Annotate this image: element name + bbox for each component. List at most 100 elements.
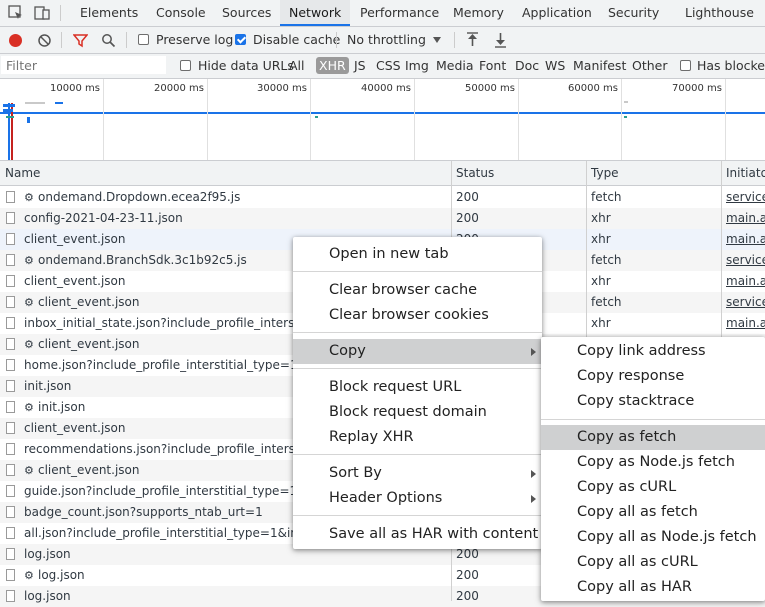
has-blocked-checkbox[interactable] bbox=[680, 60, 691, 71]
menu-item-copy-all-as-nodejs-fetch[interactable]: Copy all as Node.js fetch bbox=[541, 525, 765, 550]
menu-item-block-request-domain[interactable]: Block request domain bbox=[293, 400, 542, 425]
filter-type-media[interactable]: Media bbox=[436, 58, 474, 73]
hide-data-urls-label[interactable]: Hide data URLs bbox=[198, 58, 294, 73]
request-type: xhr bbox=[591, 232, 611, 246]
clear-icon[interactable] bbox=[37, 33, 52, 48]
record-icon[interactable] bbox=[9, 34, 22, 47]
file-icon bbox=[6, 548, 15, 560]
filter-type-css[interactable]: CSS bbox=[376, 58, 401, 73]
filter-type-font[interactable]: Font bbox=[479, 58, 506, 73]
request-status: 200 bbox=[456, 190, 479, 204]
tab-lighthouse[interactable]: Lighthouse bbox=[685, 0, 754, 26]
request-initiator-link[interactable]: main.a0 bbox=[726, 208, 765, 229]
filter-type-img[interactable]: Img bbox=[405, 58, 429, 73]
request-initiator-link[interactable]: servicew bbox=[726, 187, 765, 208]
file-icon bbox=[6, 233, 15, 245]
requests-table-header: Name Status Type Initiator bbox=[0, 161, 765, 186]
export-har-icon[interactable] bbox=[493, 32, 508, 48]
tab-network[interactable]: Network bbox=[280, 0, 351, 26]
menu-item-block-request-url[interactable]: Block request URL bbox=[293, 375, 542, 400]
tab-security[interactable]: Security bbox=[608, 0, 659, 26]
menu-item-sort-by[interactable]: Sort By bbox=[293, 461, 542, 486]
menu-item-replay-xhr[interactable]: Replay XHR bbox=[293, 425, 542, 450]
tab-memory[interactable]: Memory bbox=[453, 0, 504, 26]
tab-performance[interactable]: Performance bbox=[360, 0, 439, 26]
menu-separator bbox=[293, 368, 542, 369]
tab-application[interactable]: Application bbox=[522, 0, 592, 26]
filter-type-other[interactable]: Other bbox=[632, 58, 668, 73]
table-row[interactable]: ⚙ ondemand.Dropdown.ecea2f95.js 200 fetch se… bbox=[0, 187, 765, 208]
request-initiator-link[interactable]: main.a0 bbox=[726, 313, 765, 334]
preserve-log-checkbox[interactable] bbox=[138, 34, 149, 45]
request-initiator-link[interactable]: servicew bbox=[726, 250, 765, 271]
menu-item-copy-response[interactable]: Copy response bbox=[541, 364, 765, 389]
column-header-initiator[interactable]: Initiator bbox=[721, 161, 765, 185]
menu-item-copy-all-as-curl[interactable]: Copy all as cURL bbox=[541, 550, 765, 575]
throttling-select[interactable]: No throttling bbox=[347, 32, 426, 47]
timeline-gridline bbox=[207, 79, 208, 160]
menu-item-header-options-label: Header Options bbox=[329, 490, 443, 506]
disable-cache-label[interactable]: Disable cache bbox=[253, 32, 340, 47]
device-toolbar-icon[interactable] bbox=[33, 4, 51, 22]
request-bar bbox=[27, 117, 30, 123]
menu-item-copy-as-fetch[interactable]: Copy as fetch bbox=[541, 425, 765, 450]
tab-sources[interactable]: Sources bbox=[222, 0, 271, 26]
has-blocked-label[interactable]: Has blocked bbox=[697, 58, 765, 73]
timeline-tick-label: 50000 ms bbox=[465, 83, 515, 94]
request-bar bbox=[624, 116, 627, 118]
menu-item-copy-link-address[interactable]: Copy link address bbox=[541, 339, 765, 364]
hide-data-urls-checkbox[interactable] bbox=[180, 60, 191, 71]
request-initiator-link[interactable]: main.a0 bbox=[726, 229, 765, 250]
request-initiator-link[interactable]: servicew bbox=[726, 292, 765, 313]
service-worker-gear-icon: ⚙ bbox=[24, 338, 34, 351]
file-icon bbox=[6, 443, 15, 455]
tab-console[interactable]: Console bbox=[156, 0, 206, 26]
menu-item-copy[interactable]: Copy bbox=[293, 339, 542, 364]
network-overview-timeline[interactable]: 10000 ms 20000 ms 30000 ms 40000 ms 50000 ms… bbox=[0, 79, 765, 161]
request-name: config-2021-04-23-11.json bbox=[24, 211, 183, 225]
filter-input[interactable] bbox=[1, 56, 166, 74]
tab-elements[interactable]: Elements bbox=[80, 0, 138, 26]
table-row[interactable]: config-2021-04-23-11.json 200 xhr main.a0 bbox=[0, 208, 765, 229]
filter-icon[interactable] bbox=[73, 33, 88, 48]
menu-item-copy-as-nodejs-fetch[interactable]: Copy as Node.js fetch bbox=[541, 450, 765, 475]
column-header-type[interactable]: Type bbox=[586, 161, 619, 185]
menu-item-copy-as-curl[interactable]: Copy as cURL bbox=[541, 475, 765, 500]
disable-cache-checkbox[interactable] bbox=[235, 34, 246, 45]
filter-type-doc[interactable]: Doc bbox=[515, 58, 539, 73]
menu-item-copy-all-as-har[interactable]: Copy all as HAR bbox=[541, 575, 765, 600]
import-har-icon[interactable] bbox=[465, 32, 480, 48]
menu-item-header-options[interactable]: Header Options bbox=[293, 486, 542, 511]
file-icon bbox=[6, 338, 15, 350]
menu-item-open-in-new-tab[interactable]: Open in new tab bbox=[293, 242, 542, 267]
menu-item-save-all-as-har[interactable]: Save all as HAR with content bbox=[293, 522, 542, 547]
menu-item-clear-browser-cache[interactable]: Clear browser cache bbox=[293, 278, 542, 303]
file-icon bbox=[6, 506, 15, 518]
menu-item-copy-label: Copy bbox=[329, 343, 366, 359]
request-type: fetch bbox=[591, 295, 622, 309]
filter-type-manifest[interactable]: Manifest bbox=[573, 58, 626, 73]
menu-item-clear-browser-cookies[interactable]: Clear browser cookies bbox=[293, 303, 542, 328]
search-icon[interactable] bbox=[101, 33, 116, 48]
request-initiator-link[interactable]: main.a0 bbox=[726, 271, 765, 292]
filter-type-xhr[interactable]: XHR bbox=[316, 57, 349, 74]
file-icon bbox=[6, 380, 15, 392]
file-icon bbox=[6, 401, 15, 413]
filter-type-ws[interactable]: WS bbox=[545, 58, 565, 73]
menu-item-copy-stacktrace[interactable]: Copy stacktrace bbox=[541, 389, 765, 414]
timeline-tick-label: 30000 ms bbox=[257, 83, 307, 94]
menu-separator bbox=[293, 332, 542, 333]
timeline-gridline bbox=[310, 79, 311, 160]
inspect-element-icon[interactable] bbox=[8, 5, 24, 21]
menu-item-copy-all-as-fetch[interactable]: Copy all as fetch bbox=[541, 500, 765, 525]
filter-type-js[interactable]: JS bbox=[354, 58, 366, 73]
preserve-log-label[interactable]: Preserve log bbox=[156, 32, 233, 47]
filter-type-all[interactable]: All bbox=[289, 58, 305, 73]
timeline-gridline bbox=[621, 79, 622, 160]
service-worker-gear-icon: ⚙ bbox=[24, 191, 34, 204]
request-status: 200 bbox=[456, 568, 479, 582]
chevron-down-icon[interactable] bbox=[433, 37, 441, 43]
request-bar bbox=[315, 116, 318, 118]
column-header-name[interactable]: Name bbox=[0, 161, 40, 185]
column-header-status[interactable]: Status bbox=[451, 161, 494, 185]
